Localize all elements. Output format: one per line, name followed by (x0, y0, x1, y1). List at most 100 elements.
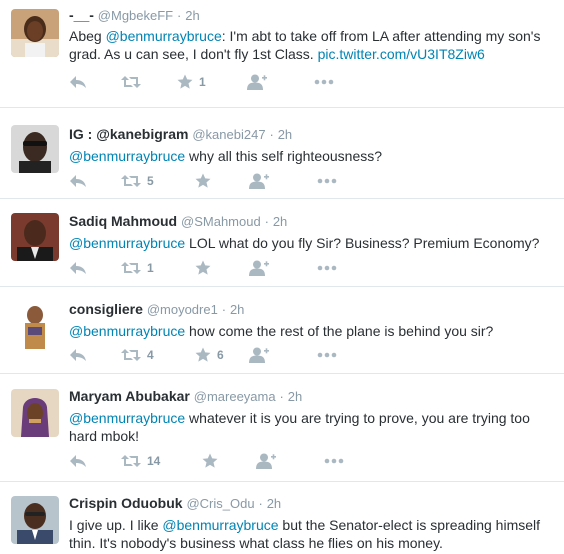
mention-link[interactable]: @benmurraybruce (69, 148, 185, 164)
more-dots-icon (314, 79, 334, 85)
username[interactable]: @moyodre1 (147, 302, 218, 317)
tweet-text: Abeg @benmurraybruce: I'm abt to take of… (69, 27, 554, 63)
reply-icon (70, 455, 86, 467)
retweet-button[interactable]: 14 (121, 452, 160, 470)
tweet-header: Sadiq Mahmoud @SMahmoud · 2h (69, 212, 554, 231)
dot-separator: · (177, 8, 182, 23)
tweet[interactable]: Crispin Oduobuk @Cris_Odu · 2h I give up… (0, 483, 564, 554)
tweet-text: I give up. I like @benmurraybruce but th… (69, 516, 554, 552)
retweet-button[interactable] (121, 73, 147, 91)
tweet-header: Crispin Oduobuk @Cris_Odu · 2h (69, 494, 554, 513)
tweet-header: Maryam Abubakar @mareeyama · 2h (69, 387, 554, 406)
fullname[interactable]: Sadiq Mahmoud (69, 213, 177, 229)
username[interactable]: @Cris_Odu (186, 496, 254, 511)
tweet-text-part: I give up. I like (69, 517, 163, 533)
dot-separator: · (269, 127, 274, 142)
mention-link[interactable]: @benmurraybruce (69, 410, 185, 426)
tweet[interactable]: consigliere @moyodre1 · 2h @benmurraybru… (0, 288, 564, 374)
timestamp[interactable]: 2h (288, 389, 302, 404)
follow-button[interactable] (256, 452, 276, 470)
tweet-text: @benmurraybruce how come the rest of the… (69, 322, 554, 340)
timestamp[interactable]: 2h (273, 214, 287, 229)
reply-icon (70, 76, 86, 88)
follow-button[interactable] (249, 172, 269, 190)
avatar[interactable] (11, 301, 59, 349)
timestamp[interactable]: 2h (267, 496, 281, 511)
add-user-icon (249, 173, 269, 189)
follow-button[interactable] (249, 259, 269, 277)
mention-link[interactable]: @benmurraybruce (69, 235, 185, 251)
retweet-count: 1 (147, 261, 154, 275)
retweet-icon (121, 76, 141, 88)
dot-separator: · (279, 389, 284, 404)
favorite-count: 1 (199, 75, 206, 89)
fullname[interactable]: consigliere (69, 301, 143, 317)
username[interactable]: @mareeyama (194, 389, 276, 404)
follow-button[interactable] (247, 73, 267, 91)
follow-button[interactable] (249, 346, 269, 364)
reply-button[interactable] (69, 259, 87, 277)
fullname[interactable]: IG : @kanebigram (69, 126, 188, 142)
fullname[interactable]: Maryam Abubakar (69, 388, 190, 404)
star-icon (202, 453, 218, 468)
pic-link[interactable]: pic.twitter.com/vU3IT8Ziw6 (318, 46, 485, 62)
fullname[interactable]: Crispin Oduobuk (69, 495, 183, 511)
avatar[interactable] (11, 496, 59, 544)
retweet-count: 5 (147, 174, 154, 188)
more-button[interactable] (324, 452, 344, 470)
more-button[interactable] (314, 73, 334, 91)
tweet-text: @benmurraybruce LOL what do you fly Sir?… (69, 234, 554, 252)
tweet-text-part: why all this self righteousness? (185, 148, 383, 164)
favorite-button[interactable]: 1 (177, 73, 206, 91)
retweet-icon (121, 349, 141, 361)
more-button[interactable] (317, 259, 337, 277)
favorite-button[interactable]: 6 (195, 346, 224, 364)
reply-icon (70, 349, 86, 361)
fullname[interactable]: -__- (69, 7, 94, 23)
tweet[interactable]: Maryam Abubakar @mareeyama · 2h @benmurr… (0, 375, 564, 482)
more-dots-icon (317, 352, 337, 358)
mention-link[interactable]: @benmurraybruce (106, 28, 222, 44)
mention-link[interactable]: @benmurraybruce (69, 323, 185, 339)
dot-separator: · (264, 214, 269, 229)
timestamp[interactable]: 2h (230, 302, 244, 317)
avatar[interactable] (11, 9, 59, 57)
avatar[interactable] (11, 125, 59, 173)
retweet-icon (121, 175, 141, 187)
tweet[interactable]: -__- @MgbekeFF · 2h Abeg @benmurraybruce… (0, 0, 564, 108)
retweet-icon (121, 262, 141, 274)
more-dots-icon (317, 265, 337, 271)
tweet-text-part: Abeg (69, 28, 106, 44)
retweet-button[interactable]: 5 (121, 172, 154, 190)
reply-button[interactable] (69, 172, 87, 190)
tweet[interactable]: Sadiq Mahmoud @SMahmoud · 2h @benmurrayb… (0, 200, 564, 287)
retweet-count: 4 (147, 348, 154, 362)
favorite-count: 6 (217, 348, 224, 362)
tweet[interactable]: IG : @kanebigram @kanebi247 · 2h @benmur… (0, 109, 564, 199)
reply-icon (70, 175, 86, 187)
mention-link[interactable]: @benmurraybruce (162, 517, 278, 533)
reply-button[interactable] (69, 73, 87, 91)
reply-button[interactable] (69, 346, 87, 364)
dot-separator: · (258, 496, 263, 511)
add-user-icon (249, 260, 269, 276)
retweet-button[interactable]: 4 (121, 346, 154, 364)
timestamp[interactable]: 2h (278, 127, 292, 142)
username[interactable]: @MgbekeFF (98, 8, 173, 23)
tweet-header: consigliere @moyodre1 · 2h (69, 300, 554, 319)
more-button[interactable] (317, 172, 337, 190)
username[interactable]: @kanebi247 (192, 127, 265, 142)
reply-button[interactable] (69, 452, 87, 470)
avatar[interactable] (11, 389, 59, 437)
tweet-text: @benmurraybruce why all this self righte… (69, 147, 554, 165)
tweet-header: IG : @kanebigram @kanebi247 · 2h (69, 125, 554, 144)
favorite-button[interactable] (195, 259, 217, 277)
retweet-button[interactable]: 1 (121, 259, 154, 277)
timestamp[interactable]: 2h (185, 8, 199, 23)
favorite-button[interactable] (202, 452, 224, 470)
username[interactable]: @SMahmoud (181, 214, 261, 229)
avatar[interactable] (11, 213, 59, 261)
tweet-text-part: how come the rest of the plane is behind… (185, 323, 494, 339)
more-button[interactable] (317, 346, 337, 364)
favorite-button[interactable] (195, 172, 217, 190)
